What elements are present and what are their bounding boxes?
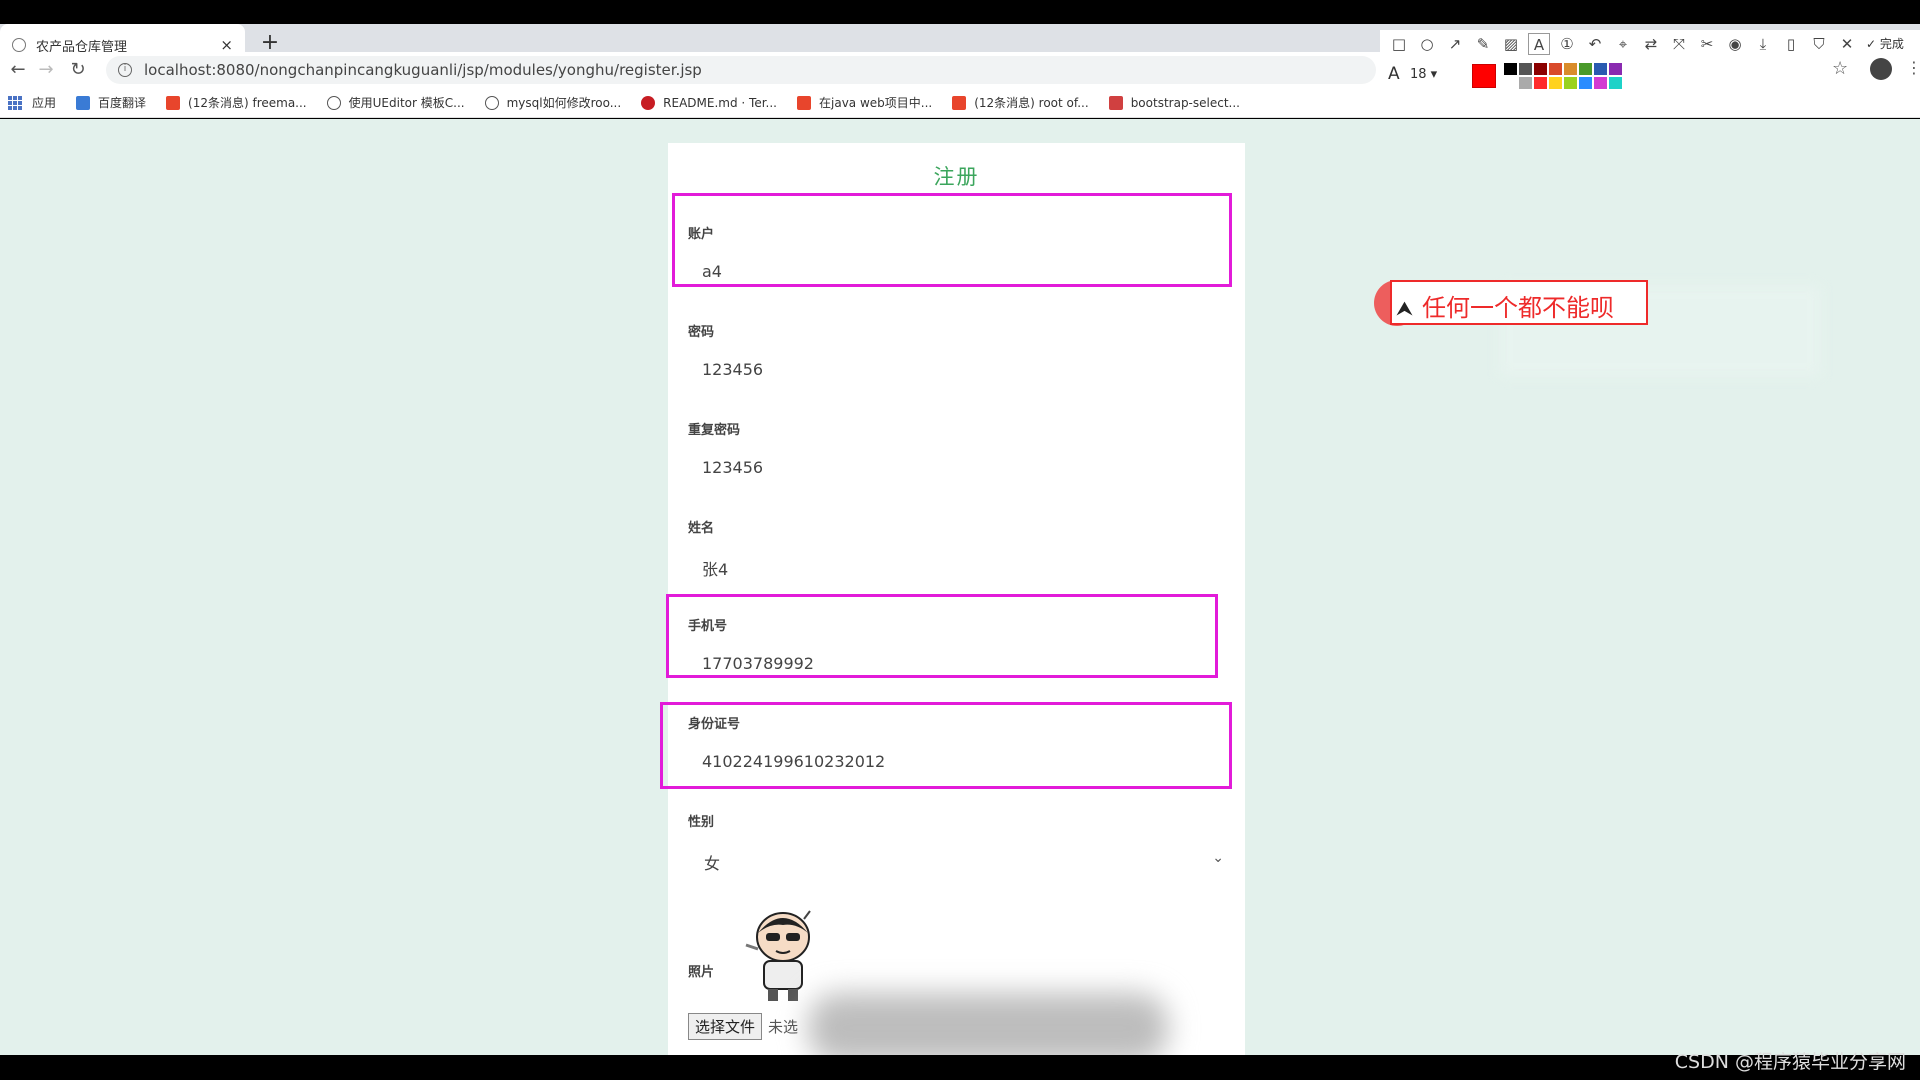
- avatar: [745, 910, 811, 1001]
- color-swatch[interactable]: [1594, 77, 1607, 89]
- shield-icon: [12, 38, 26, 52]
- bookmark-item[interactable]: (12条消息) freema...: [166, 94, 307, 111]
- annotation-note-text: 任何一个都不能呗: [1422, 294, 1614, 322]
- bookmark-tool-icon[interactable]: ⛉: [1808, 33, 1830, 55]
- page-title: 注册: [933, 165, 980, 189]
- highlight-phone-box: [666, 594, 1218, 678]
- color-swatch[interactable]: [1579, 77, 1592, 89]
- watermark: CSDN @程序猿毕业分享网: [1674, 1051, 1906, 1073]
- info-icon[interactable]: i: [118, 63, 132, 77]
- cursor-icon: ⮝: [1396, 296, 1413, 320]
- gitee-icon: [641, 95, 656, 110]
- ueditor-icon: [326, 95, 341, 110]
- bookmark-item[interactable]: 百度翻译: [76, 94, 146, 111]
- bookmark-item[interactable]: (12条消息) root of...: [952, 94, 1089, 111]
- color-swatch[interactable]: [1564, 77, 1577, 89]
- mysql-icon: [484, 95, 499, 110]
- translate-tool-icon[interactable]: ⇄: [1640, 33, 1662, 55]
- translate-icon: [76, 95, 91, 110]
- bookmark-apps[interactable]: 应用: [8, 94, 56, 111]
- pin-icon[interactable]: ⌖: [1612, 33, 1634, 55]
- undo-icon[interactable]: ↶: [1584, 33, 1606, 55]
- back-arrow-icon[interactable]: ←: [6, 58, 30, 82]
- pen-tool-icon[interactable]: ✎: [1472, 33, 1494, 55]
- long-shot-icon[interactable]: ✂: [1696, 33, 1718, 55]
- text-tool-icon[interactable]: A: [1528, 33, 1550, 55]
- bookmark-item[interactable]: mysql如何修改roo...: [484, 94, 621, 111]
- bookmark-item[interactable]: README.md · Ter...: [641, 95, 777, 110]
- color-swatch[interactable]: [1564, 63, 1577, 75]
- annotation-note[interactable]: 任何一个都不能呗: [1390, 280, 1648, 325]
- csdn-icon: [952, 95, 967, 110]
- rectangle-tool-icon[interactable]: □: [1388, 33, 1410, 55]
- color-swatch[interactable]: [1504, 77, 1517, 89]
- file-status: 未选: [768, 1018, 799, 1036]
- ocr-icon[interactable]: ⤧: [1668, 33, 1690, 55]
- color-swatch[interactable]: [1549, 77, 1562, 89]
- color-swatch[interactable]: [1504, 63, 1517, 75]
- color-swatch[interactable]: [1579, 63, 1592, 75]
- number-tool-icon[interactable]: ①: [1556, 33, 1578, 55]
- csdn-icon: [166, 95, 181, 110]
- bottom-black-strip: [0, 1055, 1920, 1080]
- font-icon: A: [1388, 64, 1400, 84]
- name-field[interactable]: 姓名 张4: [688, 517, 1228, 580]
- csdn-icon: [797, 95, 811, 110]
- phone-icon[interactable]: ▯: [1780, 33, 1802, 55]
- current-color-swatch[interactable]: [1472, 64, 1496, 88]
- forward-arrow-icon[interactable]: →: [34, 58, 58, 82]
- bookmark-item[interactable]: 在java web项目中...: [797, 94, 932, 111]
- bookmarks-bar: 应用 百度翻译 (12条消息) freema... 使用UEditor 模板C.…: [0, 88, 1920, 118]
- record-icon[interactable]: ◉: [1724, 33, 1746, 55]
- repeat-password-input[interactable]: 123456: [702, 458, 1228, 477]
- apps-icon: [8, 95, 22, 110]
- color-swatch[interactable]: [1549, 63, 1562, 75]
- top-black-strip: [0, 0, 1920, 24]
- font-size-select[interactable]: 18 ▾: [1410, 64, 1454, 86]
- gender-select[interactable]: 女 ⌄: [704, 850, 1228, 873]
- photo-label: 照片: [688, 965, 715, 980]
- choose-file-button[interactable]: 选择文件: [688, 1013, 763, 1040]
- file-upload: 选择文件 未选: [688, 1013, 798, 1040]
- highlight-id-card-box: [660, 702, 1232, 789]
- name-input[interactable]: 张4: [702, 556, 1228, 580]
- chevron-down-icon: ⌄: [1212, 850, 1224, 866]
- color-swatch[interactable]: [1534, 63, 1547, 75]
- repeat-password-field[interactable]: 重复密码 123456: [688, 419, 1228, 477]
- menu-icon[interactable]: ⋮: [1906, 58, 1920, 77]
- bookmark-item[interactable]: 使用UEditor 模板C...: [326, 94, 465, 111]
- bookmark-icon: [1108, 95, 1123, 110]
- color-palette: [1504, 63, 1622, 89]
- star-icon[interactable]: ☆: [1832, 58, 1848, 79]
- color-swatch[interactable]: [1519, 77, 1532, 89]
- color-swatch[interactable]: [1519, 63, 1532, 75]
- url-bar[interactable]: i localhost:8080/nongchanpincangkuguanli…: [106, 56, 1376, 84]
- gender-field[interactable]: 性别 女 ⌄: [688, 811, 1228, 873]
- password-input[interactable]: 123456: [702, 360, 1228, 379]
- color-swatch[interactable]: [1534, 77, 1547, 89]
- profile-icon[interactable]: [1870, 58, 1892, 80]
- color-swatch[interactable]: [1609, 63, 1622, 75]
- color-swatch[interactable]: [1594, 63, 1607, 75]
- ellipse-tool-icon[interactable]: ○: [1416, 33, 1438, 55]
- password-field[interactable]: 密码 123456: [688, 321, 1228, 379]
- highlight-account-box: [672, 193, 1232, 287]
- color-swatch[interactable]: [1609, 77, 1622, 89]
- url-text: localhost:8080/nongchanpincangkuguanli/j…: [144, 61, 702, 79]
- download-icon[interactable]: ⤓: [1752, 33, 1774, 55]
- close-icon[interactable]: ✕: [1836, 33, 1858, 55]
- reload-icon[interactable]: ↻: [66, 58, 90, 82]
- bookmark-item[interactable]: bootstrap-select...: [1108, 95, 1240, 110]
- blurred-region: [808, 993, 1168, 1063]
- done-button[interactable]: ✓ 完成: [1866, 33, 1904, 55]
- arrow-tool-icon[interactable]: ↗: [1444, 33, 1466, 55]
- mosaic-tool-icon[interactable]: ▨: [1500, 33, 1522, 55]
